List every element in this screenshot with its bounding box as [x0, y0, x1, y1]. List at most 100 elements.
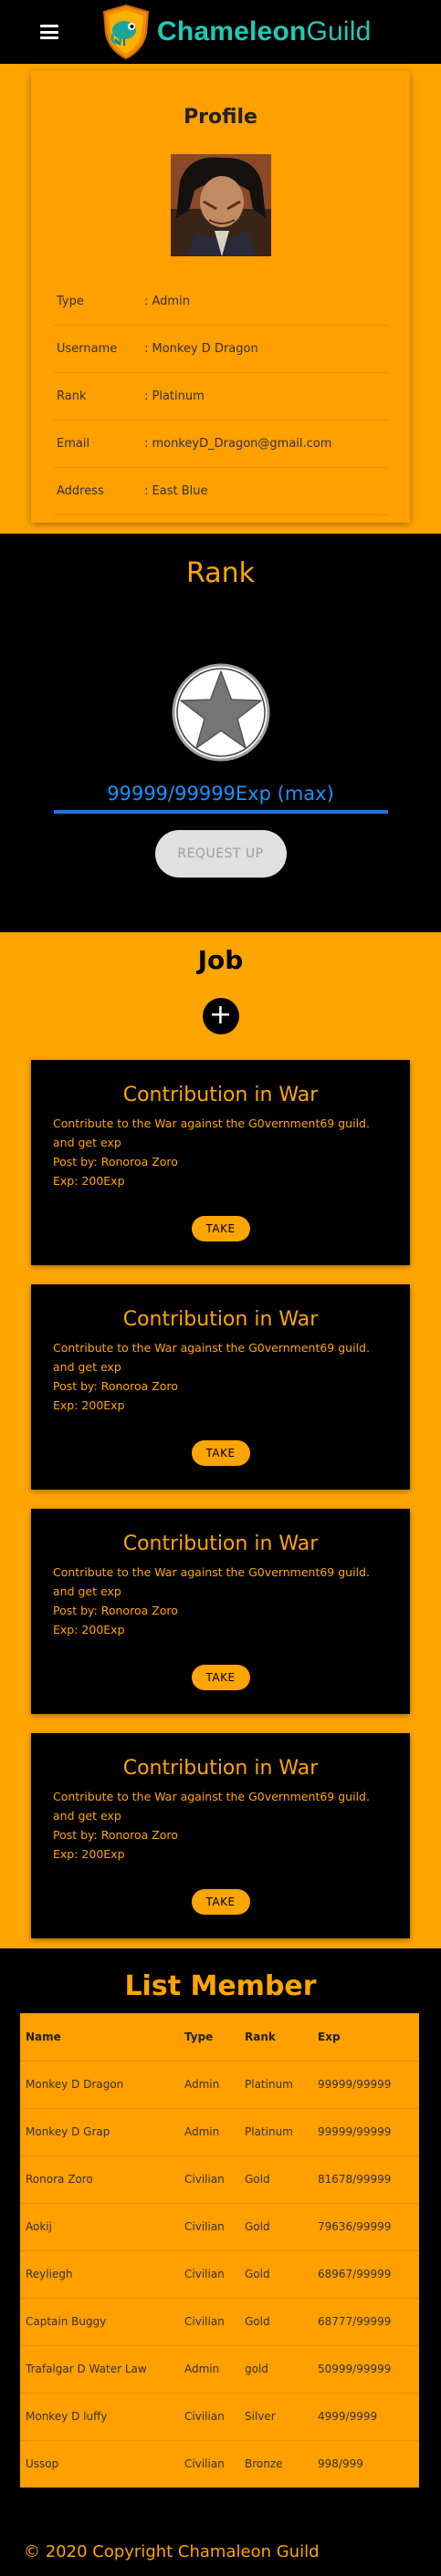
member-name: Monkey D luffy — [20, 2393, 184, 2441]
member-type: Admin — [184, 2345, 245, 2394]
navbar: ChameleonGuild — [0, 0, 441, 64]
member-exp: 68967/99999 — [318, 2250, 419, 2299]
member-exp: 50999/99999 — [318, 2345, 419, 2394]
member-name: Ussop — [26, 2457, 59, 2471]
table-row: Reyliegh Civilian Gold 68967/99999 — [20, 2250, 419, 2299]
star-rank-icon — [172, 663, 269, 762]
member-name: Ronora Zoro — [20, 2155, 184, 2204]
copyright-text: © 2020 Copyright Chamaleon Guild — [24, 2542, 320, 2561]
table-row: Ronora Zoro Civilian Gold 81678/99999 — [20, 2155, 419, 2204]
table-row: Monkey D Dragon Admin Platinum 99999/99999 — [20, 2061, 419, 2109]
exp-text: 99999/99999Exp (max) — [107, 783, 334, 805]
exp-progress-bar — [53, 810, 388, 814]
job-card-poster: Post by: Ronoroa Zoro — [53, 1155, 178, 1169]
member-exp: 99999/99999 — [318, 2061, 419, 2109]
job-card-title: Contribution in War — [122, 1757, 319, 1780]
table-row: Captain Buggy Civilian Gold 68777/99999 — [20, 2298, 419, 2346]
info-value: : monkeyD_Dragon@gmail.com — [144, 437, 332, 451]
job-card-description: Contribute to the War against the G0vern… — [53, 1565, 370, 1598]
member-exp: 79636/99999 — [318, 2203, 419, 2251]
job-title: Job — [197, 945, 244, 975]
member-exp: 4999/9999 — [318, 2393, 419, 2441]
job-card-exp: Exp: 200Exp — [53, 1174, 125, 1188]
avatar — [170, 154, 271, 256]
member-rank: Bronze — [245, 2457, 283, 2471]
member-name: Monkey D Grap — [20, 2108, 184, 2156]
column-header-exp: Exp — [318, 2013, 419, 2062]
footer: © 2020 Copyright Chamaleon Guild — [0, 2528, 441, 2576]
job-card-exp: Exp: 200Exp — [53, 1847, 125, 1861]
take-job-button[interactable]: TAKE — [191, 1440, 250, 1466]
table-row: Monkey D luffy Civilian Silver 4999/9999 — [20, 2393, 419, 2441]
profile-card: Profile Type: Admin Username: Monkey D D… — [31, 71, 410, 523]
column-header-name: Name — [20, 2013, 184, 2062]
job-card: Contribution in War Contribute to the Wa… — [31, 1060, 410, 1265]
job-card-description: Contribute to the War against the G0vern… — [53, 1117, 370, 1149]
brand-name-bold: Chameleon — [157, 16, 307, 47]
member-type: Civilian — [184, 2298, 245, 2346]
job-card-poster: Post by: Ronoroa Zoro — [53, 1379, 178, 1393]
profile-row-address: Address : East Blue — [53, 468, 388, 515]
profile-row-type: Type: Admin — [53, 278, 388, 326]
profile-section: Profile Type: Admin Username: Monkey D D… — [0, 64, 441, 534]
member-name: Aokij — [20, 2203, 184, 2251]
column-header-type: Type — [184, 2013, 245, 2062]
job-card: Contribution in War Contribute to the Wa… — [31, 1733, 410, 1938]
take-job-button[interactable]: TAKE — [191, 1889, 250, 1915]
members-section: List Member Name Type Rank Exp Monkey D … — [0, 1948, 441, 2528]
job-section: Job + Contribution in War Contribute to … — [0, 932, 441, 1948]
menu-icon[interactable] — [40, 25, 58, 39]
member-exp: 68777/99999 — [318, 2298, 419, 2346]
info-key: Type — [57, 295, 84, 308]
rank-section: Rank 99999/99999Exp (max) REQUEST UP — [0, 534, 441, 932]
job-card: Contribution in War Contribute to the Wa… — [31, 1509, 410, 1714]
members-table: Name Type Rank Exp Monkey D Dragon Admin P… — [20, 2013, 419, 2488]
table-row: Trafalgar D Water Law Admin gold 50999/9999… — [20, 2345, 419, 2394]
request-up-button[interactable]: REQUEST UP — [154, 830, 287, 878]
member-type: Admin — [184, 2061, 245, 2109]
job-card-title: Contribution in War — [122, 1084, 319, 1106]
member-name: Trafalgar D Water Law — [20, 2345, 184, 2394]
member-exp: 998/999 — [318, 2457, 363, 2471]
job-card-poster: Post by: Ronoroa Zoro — [53, 1604, 178, 1617]
table-row: Aokij Civilian Gold 79636/99999 — [20, 2203, 419, 2251]
job-card-description: Contribute to the War against the G0vern… — [53, 1341, 370, 1374]
job-card-description: Contribute to the War against the G0vern… — [53, 1790, 370, 1823]
member-type: Civilian — [184, 2203, 245, 2251]
member-exp: 99999/99999 — [318, 2108, 419, 2156]
member-rank: Gold — [245, 2155, 318, 2204]
member-name: Monkey D Dragon — [20, 2061, 184, 2109]
profile-row-username: Username: Monkey D Dragon — [53, 326, 388, 373]
column-header-rank: Rank — [245, 2013, 318, 2062]
profile-row-email: Email : monkeyD_Dragon@gmail.com — [53, 421, 388, 468]
add-job-button[interactable]: + — [202, 998, 239, 1034]
job-list: Contribution in War Contribute to the Wa… — [0, 1060, 441, 1938]
member-name: Captain Buggy — [20, 2298, 184, 2346]
job-card-exp: Exp: 200Exp — [53, 1623, 125, 1636]
info-value: : Platinum — [144, 390, 205, 403]
member-type: Civilian — [184, 2250, 245, 2299]
member-rank: Gold — [245, 2203, 318, 2251]
info-value: : Monkey D Dragon — [144, 342, 258, 356]
job-card-poster: Post by: Ronoroa Zoro — [53, 1828, 178, 1842]
rank-title: Rank — [186, 557, 255, 589]
take-job-button[interactable]: TAKE — [191, 1665, 250, 1690]
job-card-title: Contribution in War — [122, 1532, 319, 1555]
member-rank: Platinum — [245, 2061, 318, 2109]
member-rank: Gold — [245, 2298, 318, 2346]
job-card-exp: Exp: 200Exp — [53, 1398, 125, 1412]
info-value: : East Blue — [144, 484, 208, 498]
take-job-button[interactable]: TAKE — [191, 1216, 250, 1241]
member-rank: gold — [245, 2345, 318, 2394]
info-key: Email — [57, 437, 90, 451]
brand-name-light: Guild — [306, 16, 372, 47]
info-key: Address — [57, 484, 104, 498]
member-rank: Silver — [245, 2393, 318, 2441]
table-row: Monkey D Grap Admin Platinum 99999/99999 — [20, 2108, 419, 2156]
member-type: Civilian — [184, 2457, 225, 2471]
member-type: Admin — [184, 2108, 245, 2156]
info-key: Rank — [57, 390, 87, 403]
brand[interactable]: ChameleonGuild — [97, 3, 372, 61]
job-card: Contribution in War Contribute to the Wa… — [31, 1284, 410, 1490]
profile-info-list: Type: Admin Username: Monkey D Dragon Ra… — [53, 278, 388, 515]
